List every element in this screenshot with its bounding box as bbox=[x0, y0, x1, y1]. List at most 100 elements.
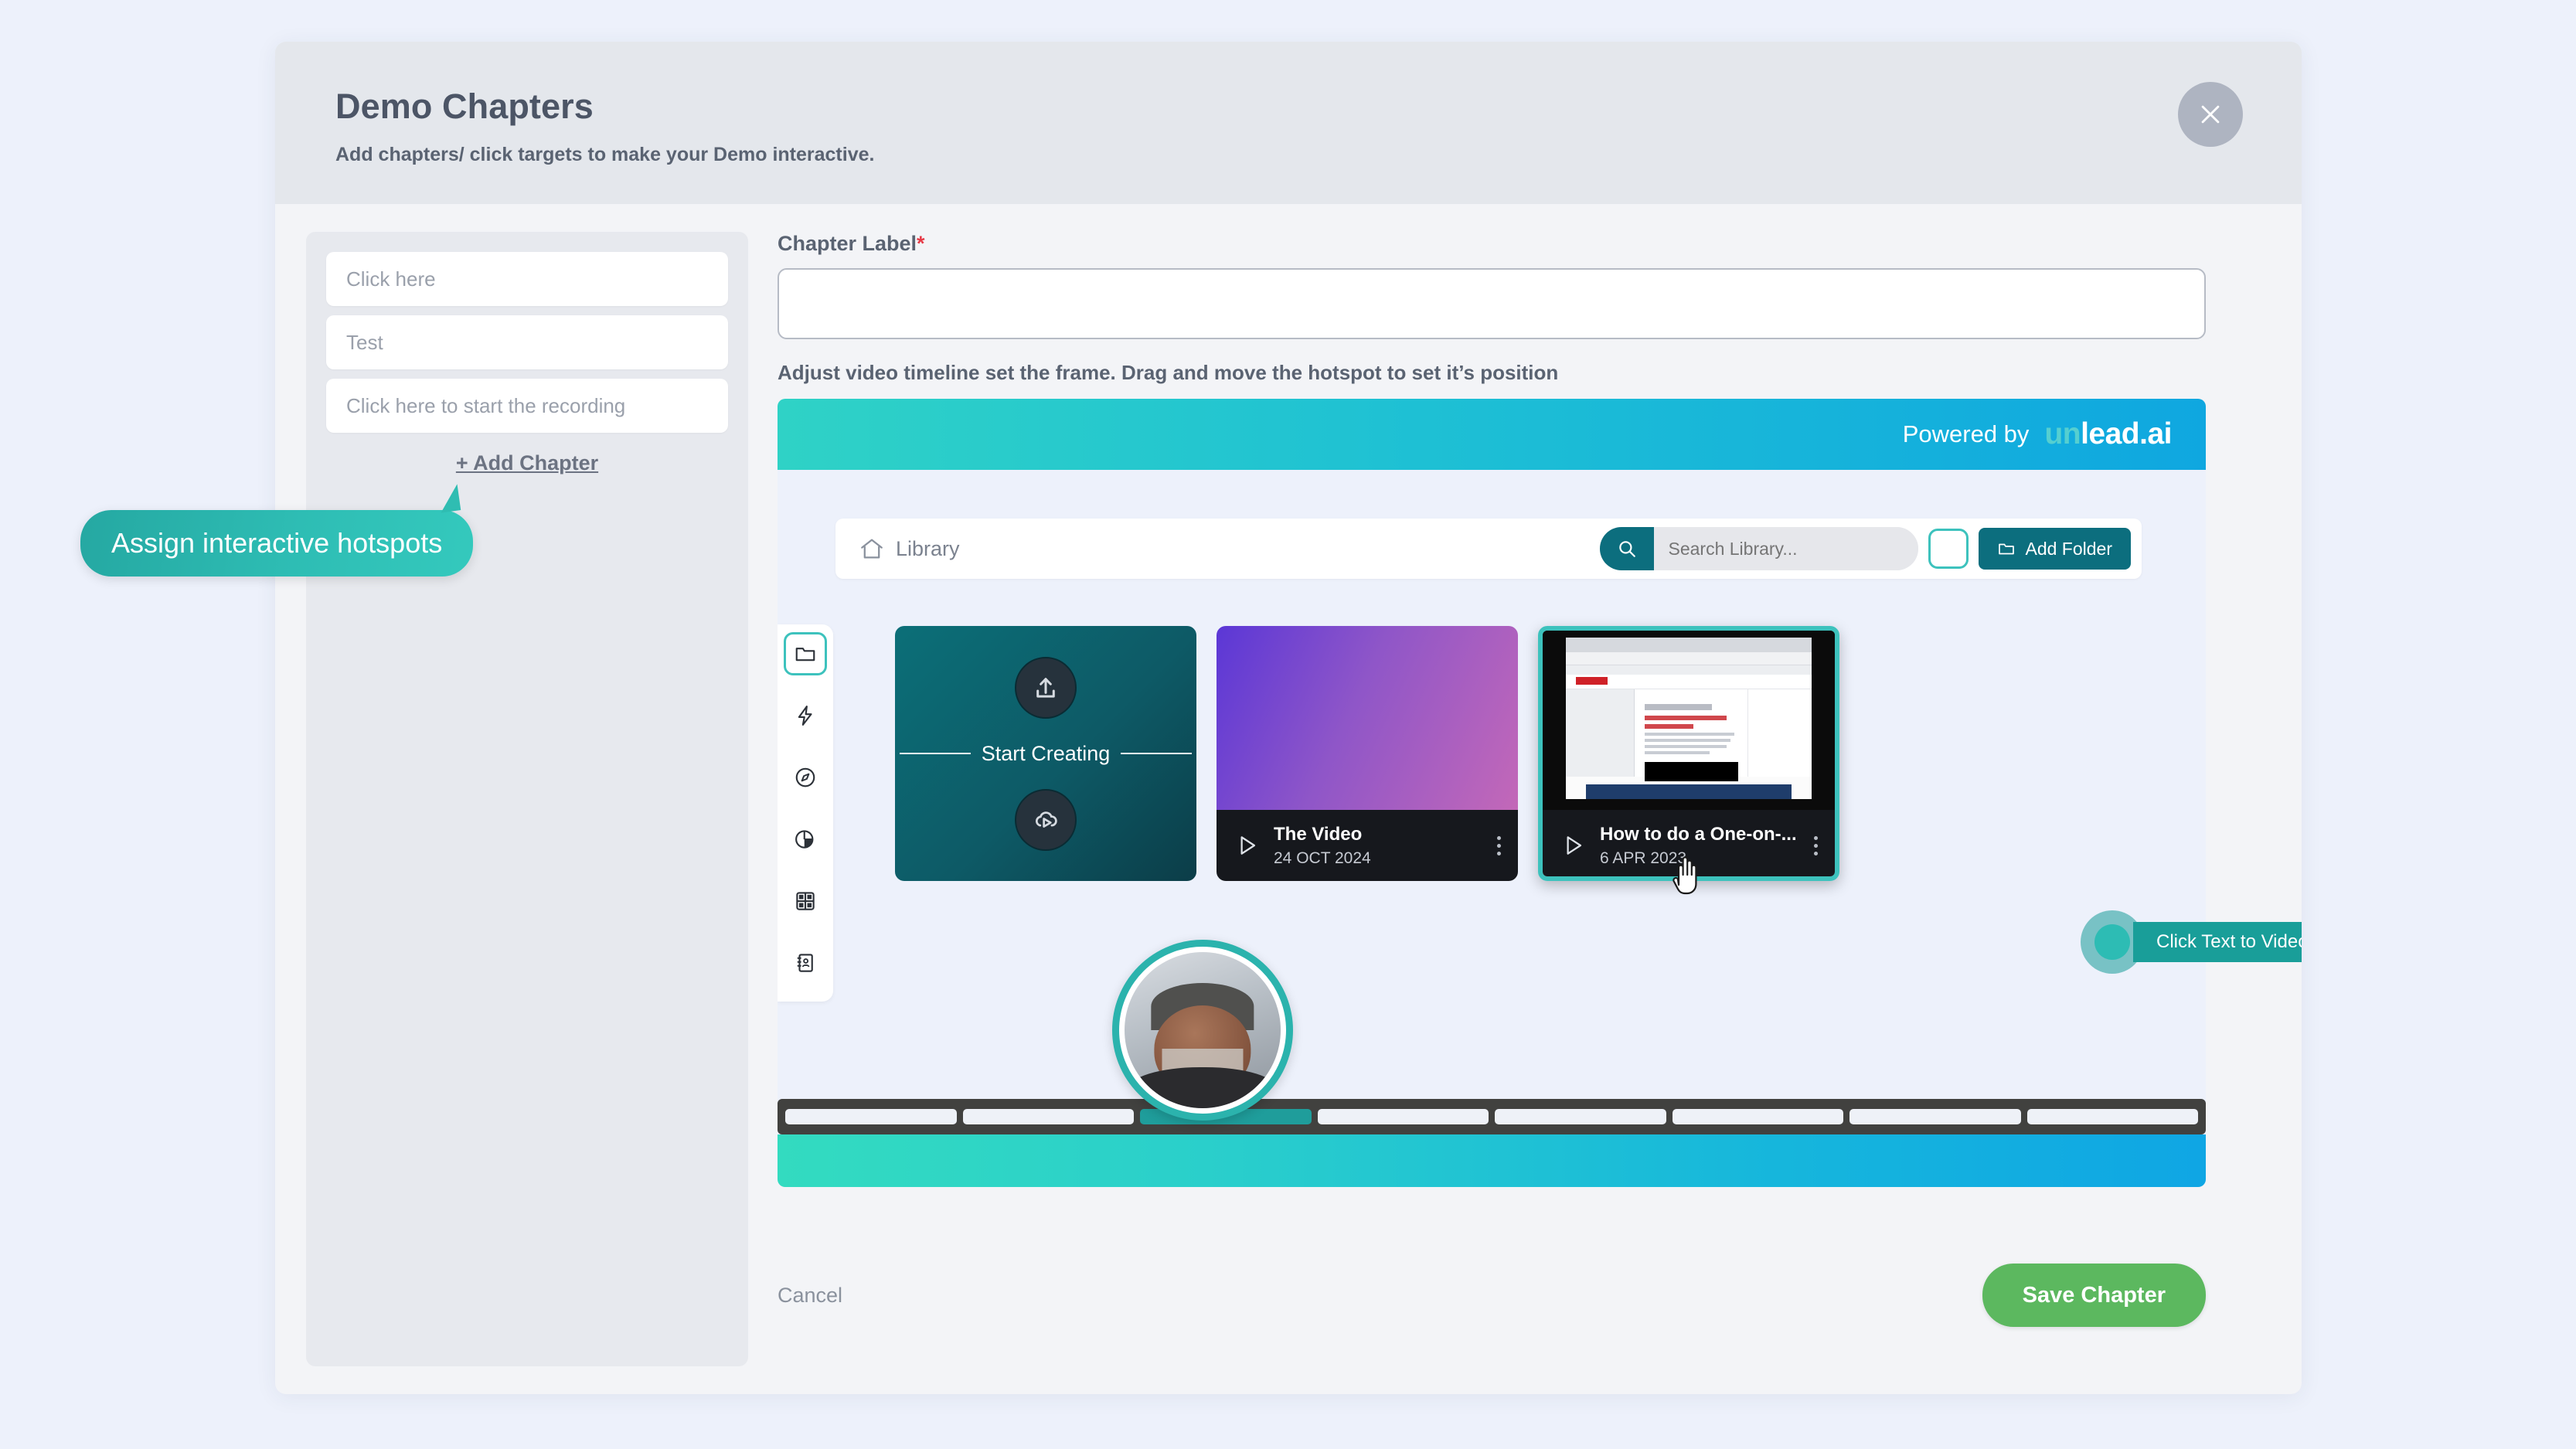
webcam-avatar[interactable] bbox=[1112, 940, 1293, 1121]
powered-by-bar: Powered by unlead.ai bbox=[778, 399, 2206, 470]
timeline-segment[interactable] bbox=[1495, 1109, 1666, 1124]
grid-icon bbox=[796, 892, 815, 910]
required-asterisk: * bbox=[917, 232, 925, 255]
callout-text: Assign interactive hotspots bbox=[80, 510, 474, 577]
avatar-body bbox=[1128, 1067, 1278, 1108]
cancel-button[interactable]: Cancel bbox=[778, 1284, 842, 1308]
hand-cursor-icon bbox=[1673, 856, 1697, 895]
toolbar-item-explore[interactable] bbox=[784, 756, 827, 799]
video-date: 24 OCT 2024 bbox=[1274, 849, 1371, 867]
close-icon bbox=[2201, 105, 2220, 124]
folder-icon bbox=[1999, 543, 2015, 555]
timeline-segment[interactable] bbox=[962, 1109, 1134, 1124]
kebab-menu-icon[interactable] bbox=[1814, 835, 1818, 855]
chapter-item-label: Test bbox=[346, 330, 383, 354]
play-icon[interactable] bbox=[1234, 832, 1260, 859]
timeline-area bbox=[778, 1099, 2206, 1187]
compass-icon bbox=[795, 767, 815, 787]
timeline-segment[interactable] bbox=[2026, 1109, 2198, 1124]
toolbar-item-apps[interactable] bbox=[784, 879, 827, 923]
view-toggle-button[interactable] bbox=[1928, 529, 1969, 569]
add-folder-label: Add Folder bbox=[2025, 538, 2112, 559]
library-card-grid: Start Creating The Video 24 OCT 2024 How… bbox=[895, 626, 1839, 881]
modal-header: Demo Chapters Add chapters/ click target… bbox=[275, 42, 2302, 204]
avatar bbox=[1125, 952, 1281, 1108]
chapter-label-input[interactable] bbox=[778, 268, 2206, 339]
video-thumbnail bbox=[1543, 631, 1835, 810]
video-title: The Video bbox=[1274, 823, 1363, 845]
toolbar-item-contacts[interactable] bbox=[784, 941, 827, 985]
video-card-text: The Video 24 OCT 2024 bbox=[1274, 824, 1483, 868]
save-chapter-button[interactable]: Save Chapter bbox=[1982, 1264, 2206, 1327]
contact-book-icon bbox=[797, 954, 813, 972]
list-item[interactable]: Click here bbox=[326, 252, 728, 306]
page-title: Demo Chapters bbox=[335, 87, 594, 126]
search-button[interactable] bbox=[1600, 527, 1655, 570]
timeline-segment[interactable] bbox=[1672, 1109, 1843, 1124]
chapter-item-label: Click here to start the recording bbox=[346, 393, 626, 417]
logo-suffix: lead.ai bbox=[2081, 417, 2172, 451]
chapters-panel: Click here Test Click here to start the … bbox=[306, 232, 748, 1366]
assign-hotspots-callout: Assign interactive hotspots bbox=[80, 484, 474, 577]
chapter-item-label: Click here bbox=[346, 267, 436, 291]
modal-footer: Cancel Save Chapter bbox=[778, 1264, 2206, 1327]
video-title: How to do a One-on-... bbox=[1600, 823, 1797, 845]
toolbar-item-analytics[interactable] bbox=[784, 818, 827, 861]
video-preview: Powered by unlead.ai Library Search Libr… bbox=[778, 399, 2206, 1187]
play-icon[interactable] bbox=[1560, 832, 1586, 859]
start-creating-label-row: Start Creating bbox=[895, 742, 1196, 766]
search-icon bbox=[1619, 541, 1636, 557]
list-item[interactable]: Test bbox=[326, 315, 728, 369]
timeline-segment[interactable] bbox=[1849, 1109, 2021, 1124]
unlead-logo: unlead.ai bbox=[2044, 417, 2172, 451]
timeline-gradient-strip bbox=[778, 1134, 2206, 1187]
video-card[interactable]: The Video 24 OCT 2024 bbox=[1217, 626, 1518, 881]
cloud-play-icon bbox=[1036, 811, 1057, 828]
toolbar-item-automations[interactable] bbox=[784, 694, 827, 737]
callout-pointer bbox=[437, 484, 461, 513]
breadcrumb[interactable]: Library bbox=[859, 536, 960, 562]
timeline-segment[interactable] bbox=[785, 1109, 957, 1124]
preview-canvas: Library Search Library... Add Folder Sta… bbox=[778, 470, 2206, 1187]
logo-prefix: un bbox=[2044, 417, 2081, 451]
hotspot-dot bbox=[2094, 924, 2130, 960]
video-card-selected[interactable]: How to do a One-on-... 6 APR 2023 bbox=[1538, 626, 1839, 881]
video-timeline[interactable] bbox=[778, 1099, 2206, 1134]
video-thumbnail bbox=[1217, 626, 1518, 810]
demo-chapters-modal: Demo Chapters Add chapters/ click target… bbox=[275, 42, 2302, 1394]
hotspot-label: Click Text to Video bbox=[2133, 922, 2302, 962]
hotspot-marker[interactable]: Click Text to Video bbox=[2081, 910, 2302, 974]
breadcrumb-label: Library bbox=[896, 536, 960, 560]
library-toolbar-actions: Add Folder bbox=[1600, 527, 2131, 570]
record-video-button[interactable] bbox=[1015, 788, 1077, 851]
list-item[interactable]: Click here to start the recording bbox=[326, 379, 728, 433]
chapter-label-field-label: Chapter Label* bbox=[778, 232, 2271, 256]
home-icon bbox=[861, 539, 883, 559]
left-toolbar bbox=[778, 624, 833, 1002]
timeline-segment[interactable] bbox=[1317, 1109, 1489, 1124]
screen-recording-preview bbox=[1543, 631, 1835, 810]
pie-chart-icon bbox=[795, 830, 814, 849]
upload-button[interactable] bbox=[1015, 656, 1077, 719]
chapter-label-text: Chapter Label bbox=[778, 232, 917, 255]
start-creating-card[interactable]: Start Creating bbox=[895, 626, 1196, 881]
kebab-menu-icon[interactable] bbox=[1497, 835, 1501, 855]
toolbar-item-folder[interactable] bbox=[784, 632, 827, 675]
timeline-hint: Adjust video timeline set the frame. Dra… bbox=[778, 361, 1559, 384]
upload-icon bbox=[1036, 677, 1055, 698]
lightning-bolt-icon bbox=[798, 706, 812, 726]
add-folder-button[interactable]: Add Folder bbox=[1979, 528, 2131, 570]
page-subtitle: Add chapters/ click targets to make your… bbox=[335, 144, 875, 165]
divider-right bbox=[1121, 753, 1193, 754]
modal-body: Click here Test Click here to start the … bbox=[275, 204, 2302, 1394]
search-input[interactable] bbox=[1654, 527, 1919, 570]
search-box bbox=[1600, 527, 1919, 570]
library-toolbar: Library Search Library... Add Folder bbox=[835, 519, 2142, 579]
chapter-editor: Chapter Label* Adjust video timeline set… bbox=[748, 232, 2271, 1394]
close-button[interactable] bbox=[2178, 82, 2243, 147]
folder-icon bbox=[795, 648, 815, 662]
divider-left bbox=[900, 753, 971, 754]
add-chapter-button[interactable]: + Add Chapter bbox=[326, 451, 728, 475]
start-creating-label: Start Creating bbox=[981, 741, 1111, 765]
powered-by-label: Powered by bbox=[1902, 420, 2030, 447]
